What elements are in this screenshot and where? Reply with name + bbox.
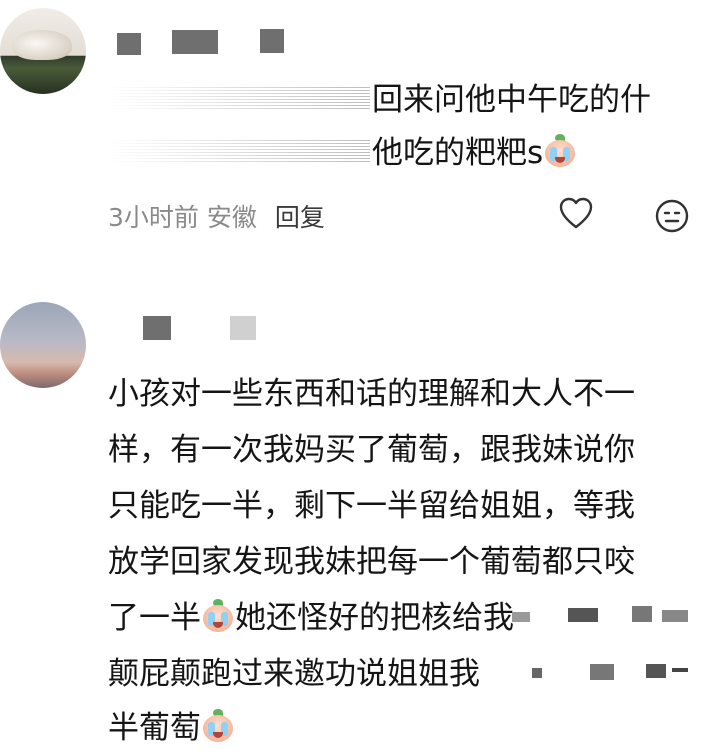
location: 安徽	[206, 203, 257, 232]
comment-line: 他吃的粑粑s	[372, 127, 577, 179]
redacted-text	[108, 140, 370, 162]
redacted-text	[520, 654, 692, 690]
crying-emoji-icon	[201, 709, 235, 743]
comment-meta: 3小时前 安徽 回复	[108, 198, 325, 234]
comment-line: 回来问他中午吃的什	[372, 82, 651, 118]
comment-text: 了一半	[108, 600, 201, 636]
comment-line: 小孩对一些东西和话的理解和大人不一	[108, 376, 635, 412]
avatar[interactable]	[0, 8, 86, 94]
comment-line: 样，有一次我妈买了葡萄，跟我妹说你	[108, 432, 635, 468]
cat-image	[12, 30, 72, 60]
comment-text: 半葡萄	[108, 710, 201, 746]
redacted-text	[512, 600, 692, 636]
comment-line: 颠屁颠跑过来邀功说姐姐我	[108, 656, 480, 692]
comment-line: 只能吃一半，剩下一半留给姐姐，等我	[108, 488, 635, 524]
comment-line: 半葡萄	[108, 702, 235, 754]
comment-text: 他吃的粑粑s	[372, 135, 544, 171]
crying-emoji-icon	[201, 599, 235, 633]
avatar[interactable]	[0, 302, 86, 388]
comment-text: 她还怪好的把核给我	[235, 600, 514, 636]
heart-icon[interactable]	[558, 196, 594, 232]
comment-line: 了一半 她还怪好的把核给我	[108, 592, 514, 644]
redacted-text	[108, 87, 370, 109]
timestamp: 3小时前	[108, 203, 199, 232]
reply-button[interactable]: 回复	[275, 203, 325, 232]
crying-emoji-icon	[543, 134, 577, 168]
neutral-face-icon[interactable]	[654, 198, 690, 234]
comment-line: 放学回家发现我妹把每一个葡萄都只咬	[108, 544, 635, 580]
